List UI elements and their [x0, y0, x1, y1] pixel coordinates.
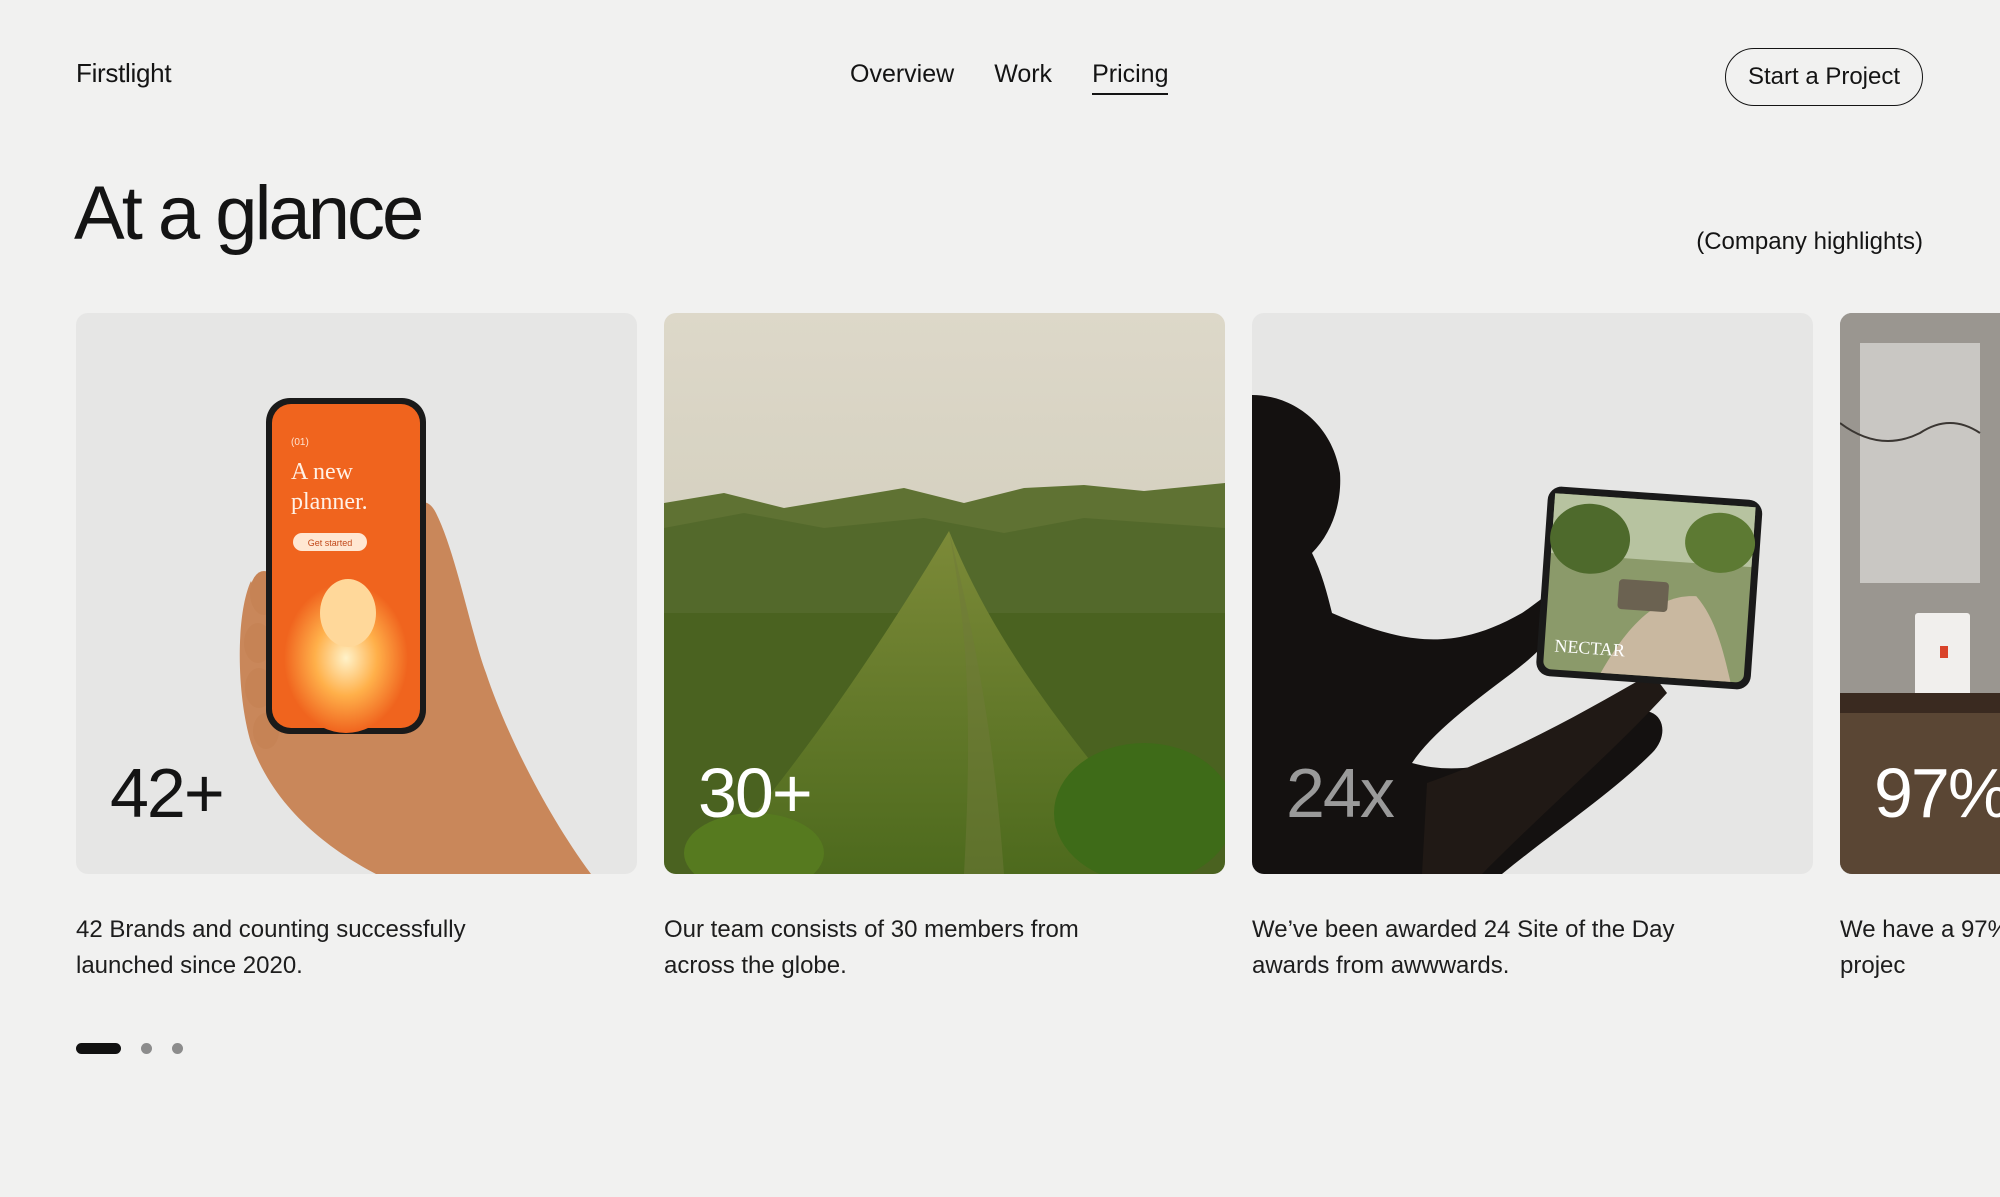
nav-overview[interactable]: Overview	[850, 60, 954, 95]
pagination-dot-2[interactable]	[141, 1043, 152, 1054]
highlight-card-awards[interactable]: NECTAR 24x	[1252, 313, 1813, 874]
start-project-button[interactable]: Start a Project	[1725, 48, 1923, 106]
phone-button: Get started	[308, 538, 353, 548]
nav-work[interactable]: Work	[994, 60, 1052, 95]
stat-value: 97%	[1874, 754, 2000, 832]
stat-value: 24x	[1286, 754, 1395, 832]
pagination-dot-1[interactable]	[76, 1043, 121, 1054]
pagination-dot-3[interactable]	[172, 1043, 183, 1054]
nav-pricing[interactable]: Pricing	[1092, 60, 1169, 95]
stat-value: 30+	[698, 754, 813, 832]
section-tag: (Company highlights)	[1696, 228, 1923, 255]
card-caption: We’ve been awarded 24 Site of the Day aw…	[1252, 916, 1675, 979]
card-caption: We have a 97% across all projec	[1840, 916, 2000, 979]
highlight-card-team[interactable]: 30+	[664, 313, 1225, 874]
phone-index: (01)	[291, 437, 309, 448]
phone-headline-2: planner.	[291, 489, 368, 515]
card-caption: Our team consists of 30 members from acr…	[664, 916, 1079, 979]
stat-value: 42+	[110, 754, 225, 832]
highlight-card-satisfaction[interactable]: 97%	[1840, 313, 2000, 874]
highlight-card-brands[interactable]: (01) A new planner. Get started 42+	[76, 313, 637, 874]
logo[interactable]: Firstlight	[76, 58, 172, 89]
page: Firstlight Overview Work Pricing Start a…	[0, 0, 2000, 1197]
card-caption: 42 Brands and counting successfully laun…	[76, 916, 466, 979]
carousel-pagination	[76, 1043, 183, 1054]
main-nav: Overview Work Pricing	[850, 60, 1169, 95]
section-title: At a glance	[74, 171, 424, 256]
phone-headline-1: A new	[291, 459, 354, 485]
